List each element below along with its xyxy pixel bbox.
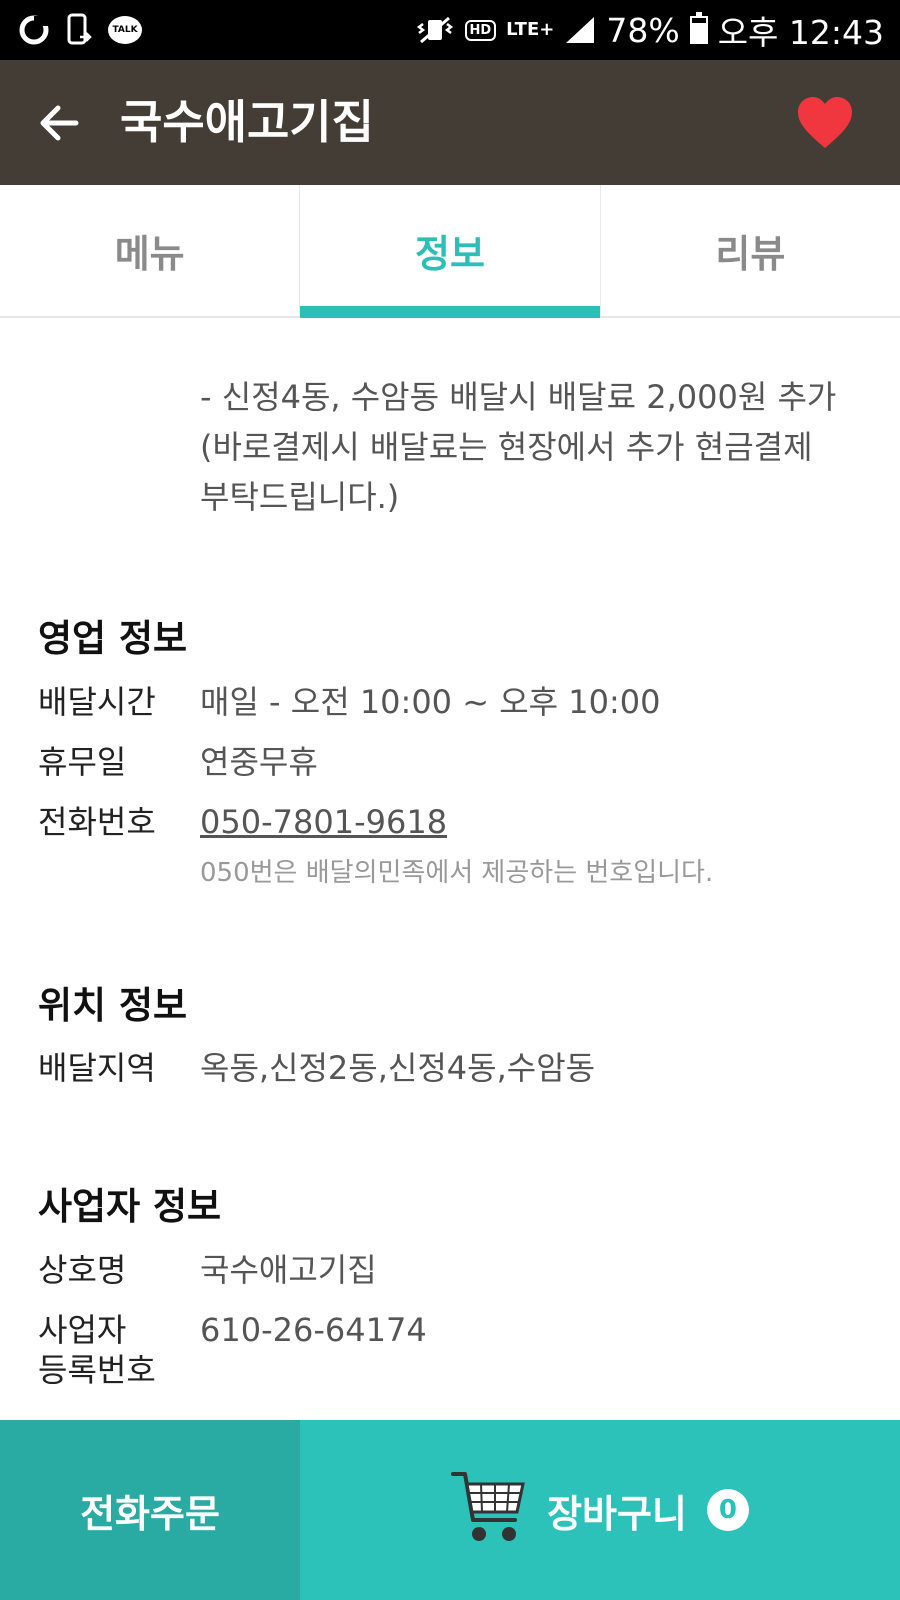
tab-review[interactable]: 리뷰 bbox=[599, 185, 900, 316]
phone-order-button[interactable]: 전화주문 bbox=[0, 1420, 300, 1600]
notice-line: (바로결제시 배달료는 현장에서 추가 현금결제 bbox=[200, 428, 813, 466]
phone-note: 050번은 배달의민족에서 제공하는 번호입니다. bbox=[200, 858, 714, 888]
tab-info[interactable]: 정보 bbox=[299, 185, 600, 318]
notice-line: - 신정4동, 수암동 배달시 배달료 2,000원 추가 bbox=[200, 378, 837, 416]
cart-label: 장바구니 bbox=[547, 1491, 687, 1536]
tab-menu[interactable]: 메뉴 bbox=[0, 185, 299, 316]
app-header: 국수애고기집 bbox=[0, 60, 900, 185]
clock: 오후 12:43 bbox=[717, 13, 884, 52]
delivery-area-row: 배달지역 옥동,신정2동,신정4동,수암동 bbox=[38, 1048, 878, 1088]
signal-strength-icon bbox=[564, 15, 596, 45]
delivery-time-value: 매일 - 오전 10:00 ~ 오후 10:00 bbox=[200, 683, 661, 721]
page-title: 국수애고기집 bbox=[120, 95, 374, 149]
registration-label-line: 등록번호 bbox=[38, 1351, 156, 1389]
back-arrow-icon[interactable] bbox=[36, 98, 86, 148]
kakaotalk-icon: TALK bbox=[108, 16, 142, 44]
holiday-label: 휴무일 bbox=[38, 743, 127, 781]
shopping-cart-icon bbox=[451, 1468, 527, 1552]
delivery-area-label: 배달지역 bbox=[38, 1049, 156, 1087]
phone-row: 전화번호 050-7801-9618 bbox=[38, 802, 878, 842]
business-hours-title: 영업 정보 bbox=[38, 617, 188, 660]
favorite-heart-icon[interactable] bbox=[796, 96, 854, 150]
cart-button[interactable]: 장바구니 0 bbox=[300, 1420, 900, 1600]
business-name-row: 상호명 국수애고기집 bbox=[38, 1250, 878, 1290]
info-content: - 신정4동, 수암동 배달시 배달료 2,000원 추가 (바로결제시 배달료… bbox=[0, 320, 900, 1420]
registration-label: 사업자 등록번호 bbox=[38, 1310, 200, 1390]
business-info-title: 사업자 정보 bbox=[38, 1185, 222, 1228]
business-name-value: 국수애고기집 bbox=[200, 1251, 377, 1289]
phone-label: 전화번호 bbox=[38, 803, 156, 841]
delivery-time-label: 배달시간 bbox=[38, 683, 156, 721]
status-bar: TALK HD LTE+ 78% 오후 12:43 bbox=[0, 0, 900, 60]
bottom-action-bar: 전화주문 장바구니 0 bbox=[0, 1420, 900, 1600]
battery-percent: 78% bbox=[606, 10, 680, 50]
hd-voice-icon: HD bbox=[464, 19, 497, 41]
location-title: 위치 정보 bbox=[38, 984, 188, 1027]
delivery-area-value: 옥동,신정2동,신정4동,수암동 bbox=[200, 1049, 596, 1087]
vibrate-mute-icon bbox=[415, 14, 455, 46]
business-name-label: 상호명 bbox=[38, 1251, 127, 1289]
holiday-value: 연중무휴 bbox=[200, 743, 318, 781]
registration-value: 610-26-64174 bbox=[200, 1311, 427, 1349]
registration-row: 사업자 등록번호 610-26-64174 bbox=[38, 1310, 878, 1390]
lte-icon: LTE+ bbox=[506, 19, 555, 40]
holiday-row: 휴무일 연중무휴 bbox=[38, 742, 878, 782]
registration-label-line: 사업자 bbox=[38, 1311, 127, 1349]
carrier-logo-icon bbox=[18, 14, 50, 46]
delivery-time-row: 배달시간 매일 - 오전 10:00 ~ 오후 10:00 bbox=[38, 682, 878, 722]
delivery-fee-notice: - 신정4동, 수암동 배달시 배달료 2,000원 추가 (바로결제시 배달료… bbox=[200, 372, 850, 522]
battery-icon bbox=[689, 12, 708, 44]
tab-bar: 메뉴 정보 리뷰 bbox=[0, 185, 900, 318]
phone-number-link[interactable]: 050-7801-9618 bbox=[200, 802, 447, 842]
cart-count-badge: 0 bbox=[706, 1489, 749, 1531]
phone-transfer-icon bbox=[66, 13, 92, 47]
notice-line: 부탁드립니다.) bbox=[200, 478, 400, 516]
